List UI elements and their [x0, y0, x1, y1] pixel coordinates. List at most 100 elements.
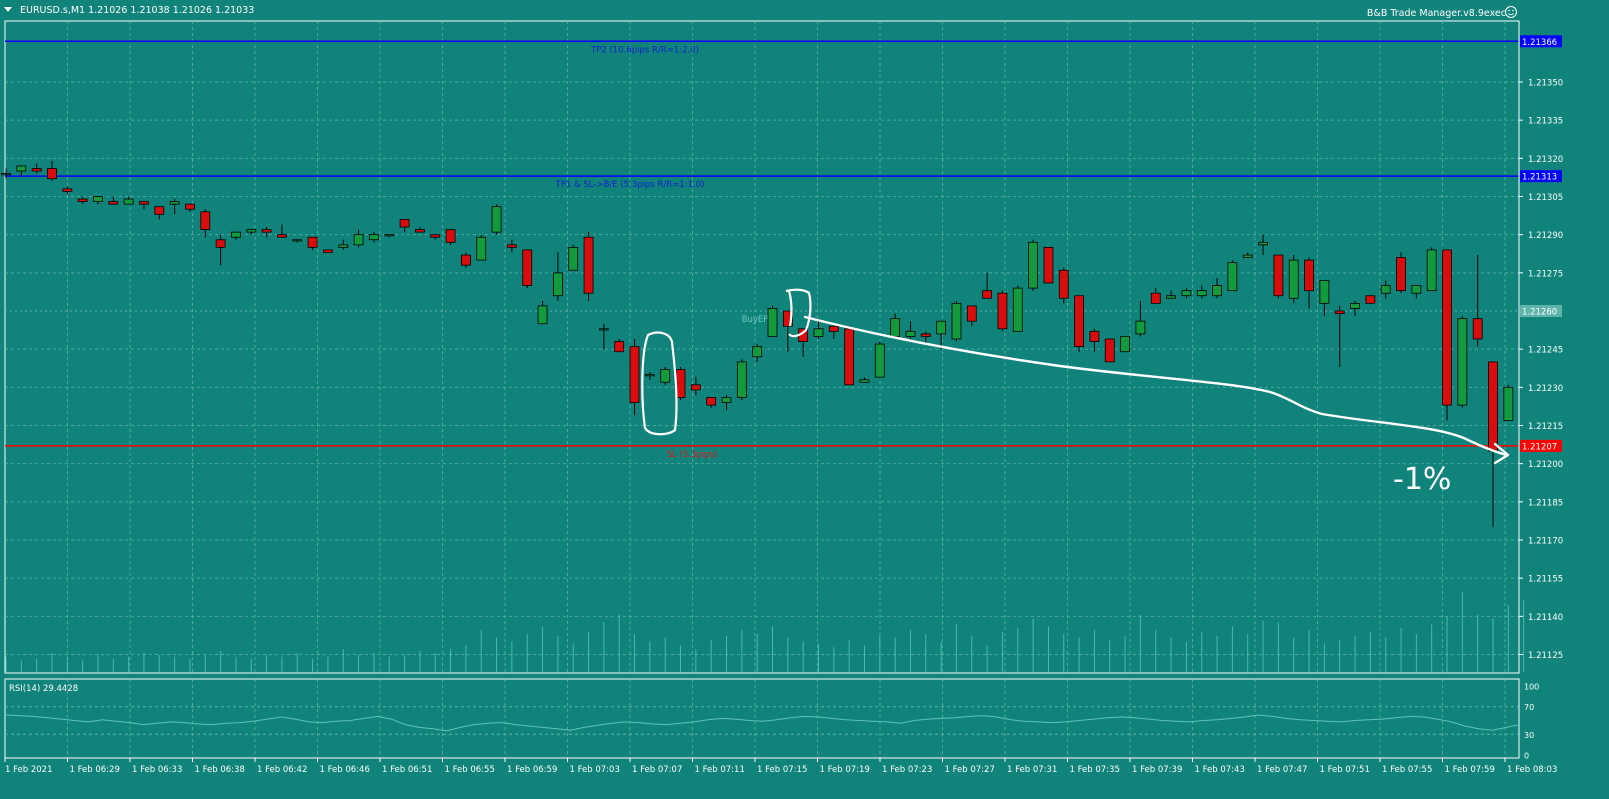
sl-label: SL (5.3pips) [667, 450, 718, 460]
bear-candle [966, 305, 977, 322]
expert-advisor-name: B&B Trade Manager.v8.9exec [1367, 8, 1506, 19]
trade-levels: TP2 (10.6pips R/R=1:2.0) 1.21366 TP1 & SL-… [5, 35, 1562, 460]
bull-candle [123, 198, 134, 205]
bear-candle [920, 333, 931, 337]
time-label: 1 Feb 06:59 [507, 765, 557, 775]
bear-candle [430, 234, 441, 238]
chart-header: EURUSD.s,M1 1.21026 1.21038 1.21026 1.21… [4, 5, 1517, 19]
rsi-line [5, 714, 1521, 732]
time-label: 1 Feb 07:39 [1132, 765, 1182, 775]
bear-candle [185, 203, 195, 210]
bull-candle [951, 302, 962, 340]
time-label: 1 Feb 06:38 [195, 765, 245, 775]
price-label: 1.21245 [1528, 346, 1563, 356]
price-axis[interactable]: 1.21350 1.21335 1.21320 1.21305 1.21290 1.212… [1518, 21, 1563, 673]
bear-candle [844, 328, 855, 386]
price-label: 1.21305 [1528, 193, 1563, 203]
bull-candle [16, 165, 27, 172]
bull-candle [1120, 336, 1130, 353]
price-label: 1.21170 [1528, 537, 1563, 547]
rsi-label: RSI(14) 29.4428 [9, 684, 78, 694]
bear-candle [108, 201, 119, 205]
bull-candle [1288, 259, 1299, 299]
bull-candle [1212, 285, 1222, 297]
bull-candle [721, 397, 732, 403]
bull-candle [369, 234, 379, 241]
price-label: 1.21230 [1528, 384, 1563, 394]
price-label: 1.21155 [1528, 575, 1563, 585]
time-label: 1 Feb 07:43 [1195, 765, 1245, 775]
bull-candle [537, 305, 548, 325]
time-label: 1 Feb 07:59 [1445, 765, 1495, 775]
bull-candle [384, 234, 395, 237]
bear-candle [1442, 249, 1452, 406]
bear-candle [997, 292, 1008, 330]
bull-candle [644, 374, 655, 377]
bear-candle [31, 168, 42, 172]
bull-candle [1426, 249, 1437, 292]
time-label: 1 Feb 07:07 [632, 765, 682, 775]
bear-candle [460, 254, 471, 266]
bull-candle [1227, 262, 1238, 292]
bull-candle [246, 229, 257, 233]
bear-candle [307, 236, 318, 248]
bear-candle [828, 325, 839, 332]
bull-candle [905, 330, 916, 337]
bull-candle [1196, 290, 1207, 297]
bull-candle [1028, 241, 1039, 289]
price-label: 1.21215 [1528, 422, 1563, 432]
bear-candle [77, 198, 88, 202]
bear-candle [1488, 361, 1498, 452]
bull-candle [292, 239, 303, 242]
bear-candle [445, 229, 456, 243]
time-label: 1 Feb 07:23 [882, 765, 932, 775]
time-label: 1 Feb 07:51 [1320, 765, 1370, 775]
time-label: 1 Feb 07:27 [945, 765, 995, 775]
time-label: 1 Feb 07:15 [757, 765, 807, 775]
tp1-price-tag: 1.21313 [1522, 173, 1557, 183]
bull-candle [1457, 318, 1468, 406]
price-chart[interactable]: TP2 (10.6pips R/R=1:2.0) 1.21366 TP1 & SL-… [0, 0, 1609, 799]
bull-candle [752, 346, 763, 358]
bull-candle [598, 328, 609, 331]
bull-candle [552, 272, 563, 297]
bear-candle [1104, 338, 1115, 363]
bull-candle [1135, 320, 1146, 335]
bear-candle [1074, 295, 1084, 348]
entry-label: BuyEP [742, 315, 769, 325]
bear-candle [415, 229, 425, 233]
bear-candle [982, 290, 993, 299]
bull-candle [338, 244, 349, 248]
rsi-indicator-panel[interactable]: RSI(14) 29.4428 100 70 30 0 [5, 679, 1539, 761]
bull-candle [813, 328, 824, 337]
bull-candle [1258, 241, 1268, 246]
time-label: 1 Feb 07:47 [1257, 765, 1307, 775]
bull-candle [859, 379, 870, 383]
bear-candle [261, 229, 272, 233]
bear-candle [1150, 292, 1161, 304]
time-axis[interactable]: 1 Feb 2021 1 Feb 06:29 1 Feb 06:33 1 Feb 06… [4, 757, 1557, 775]
time-label: 1 Feb 06:33 [132, 765, 182, 775]
bear-candle [1058, 269, 1069, 299]
bull-candle [476, 236, 487, 261]
time-label: 1 Feb 07:55 [1382, 765, 1432, 775]
bull-candle [1012, 287, 1023, 332]
rsi-axis-label: 100 [1524, 683, 1539, 692]
smiley-icon [1505, 6, 1517, 18]
bull-candle [767, 308, 778, 337]
time-label: 1 Feb 2021 [5, 765, 53, 775]
entry-price-tag: 1.21260 [1522, 308, 1557, 318]
mt4-chart-window[interactable]: TP2 (10.6pips R/R=1:2.0) 1.21366 TP1 & SL-… [0, 0, 1609, 799]
bull-candle [1, 173, 11, 176]
dropdown-triangle-icon[interactable] [4, 7, 12, 12]
price-label: 1.21140 [1528, 613, 1563, 623]
bear-candle [62, 188, 73, 192]
tp2-price-tag: 1.21366 [1522, 38, 1557, 48]
bull-candle [1350, 302, 1360, 309]
bear-candle [277, 234, 287, 238]
bull-candle [1181, 290, 1192, 297]
bull-candle [231, 231, 241, 238]
bull-candle [660, 369, 671, 383]
time-label: 1 Feb 06:55 [445, 765, 495, 775]
price-label: 1.21335 [1528, 117, 1563, 127]
